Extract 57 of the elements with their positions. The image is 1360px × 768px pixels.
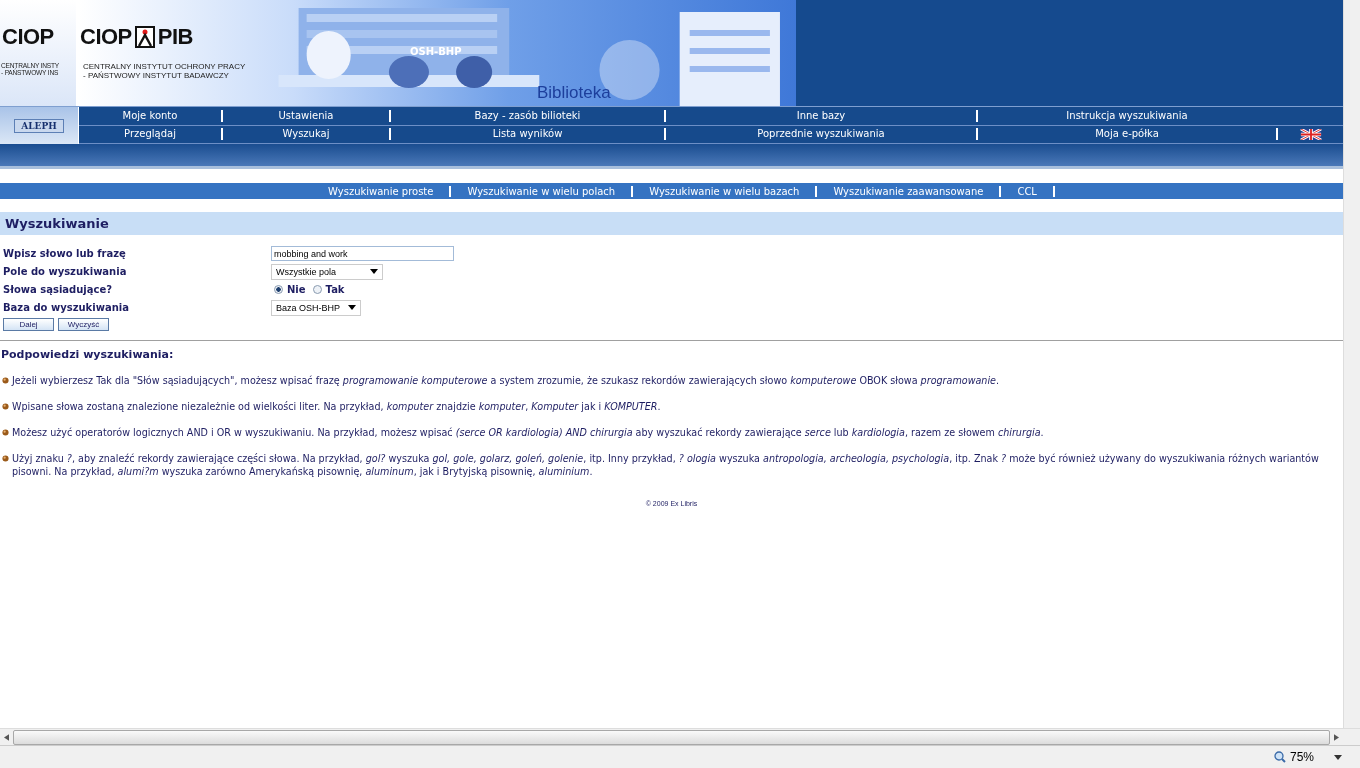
logo-caption: - PAŃSTWOWY INSTYTUT BADAWCZY xyxy=(83,71,230,80)
form-button[interactable]: Dalej xyxy=(3,318,54,331)
nav-link[interactable]: Instrukcja wyszukiwania xyxy=(976,109,1276,122)
field-label: Pole do wyszukiwania xyxy=(3,266,128,277)
radio-label: Tak xyxy=(325,284,345,295)
logo-text: CIOP xyxy=(2,24,55,50)
caret-icon xyxy=(348,305,357,310)
search-field[interactable]: mobbing and work xyxy=(271,246,454,261)
nav-link[interactable]: Moja e-półka xyxy=(976,128,1276,141)
nav-link[interactable]: Bazy - zasób bilioteki xyxy=(389,109,664,122)
radio-button[interactable] xyxy=(274,285,283,294)
nav-link[interactable]: Moje konto xyxy=(79,109,221,122)
caret-icon xyxy=(370,269,378,274)
zoom-icon xyxy=(1273,751,1286,763)
logo-text: PIB xyxy=(157,24,193,50)
radio-label: Nie xyxy=(287,284,306,295)
nav-link[interactable]: Ustawienia xyxy=(221,109,389,122)
person-icon xyxy=(134,26,155,48)
nav-link[interactable]: Poprzednie wyszukiwania xyxy=(664,128,976,141)
bullet-icon xyxy=(2,403,9,410)
dropdown[interactable]: Wszystkie pola xyxy=(271,263,383,280)
field-label: Słowa sąsiadujące? xyxy=(3,284,114,295)
right-arrow-icon[interactable] xyxy=(1334,733,1339,741)
hints-heading: Podpowiedzi wyszukiwania: xyxy=(0,347,175,361)
search-tab[interactable]: Wyszukiwanie proste xyxy=(328,185,452,197)
logo-caption: CENTRALNY INSTYTUT OCHRONY PRACY xyxy=(83,62,246,71)
flag-icon[interactable] xyxy=(1299,128,1322,140)
banner-label: OSH-BHP xyxy=(410,46,462,57)
logo-text: CIOP xyxy=(80,24,132,50)
hint-text: Użyj znaku ?, aby znaleźć rekordy zawierające części słowa. Na przykład, gol? wyszuka gol, gole, golarz, goleń, golenie, itp. Inny przykład, ? ologia wyszuka antropologia, archeologia, psychologia, itp. Znak ? może być również używany do wyszukiwania różnych wariantów pisowni. Na przykład, alumi?m wyszuka zarówno Amerykańską pisownię, aluminum, jak i Brytyjską pisownię, aluminium. xyxy=(12,452,1320,478)
bullet-icon xyxy=(2,377,9,384)
nav-link[interactable]: Inne bazy xyxy=(664,109,976,122)
radio-button[interactable] xyxy=(312,285,322,294)
nav-link[interactable]: Lista wyników xyxy=(389,128,664,141)
nav-link[interactable]: Przeglądaj xyxy=(79,128,221,141)
bullet-icon xyxy=(2,455,9,462)
aleph-logo[interactable]: ALEPH xyxy=(0,107,79,144)
vertical-scrollbar[interactable] xyxy=(1343,0,1360,728)
search-tab[interactable]: Wyszukiwanie w wielu polach xyxy=(451,185,634,197)
left-arrow-icon[interactable] xyxy=(4,733,9,741)
caret-icon[interactable] xyxy=(1334,754,1342,760)
horizontal-scrollbar[interactable] xyxy=(0,728,1360,745)
field-label: Baza do wyszukiwania xyxy=(3,302,130,313)
zoom-level[interactable]: 75% xyxy=(1289,750,1314,764)
search-tab[interactable]: Wyszukiwanie w wielu bazach xyxy=(633,185,818,197)
form-button[interactable]: Wyczyść xyxy=(58,318,109,331)
hint-text: Jeżeli wybierzesz Tak dla "Słów sąsiadujących", możesz wpisać frazę programowanie komputerowe a system zrozumie, że szukasz rekordów zawierających słowo komputerowe OBOK słowa programowanie. xyxy=(12,374,1000,387)
section-title: Wyszukiwanie xyxy=(5,216,109,231)
bullet-icon xyxy=(2,429,9,436)
field-label: Wpisz słowo lub frazę xyxy=(3,248,127,259)
search-tab[interactable]: CCL xyxy=(1001,185,1055,197)
nav-link[interactable]: Wyszukaj xyxy=(221,128,389,141)
search-tab[interactable]: Wyszukiwanie zaawansowane xyxy=(817,185,1002,197)
hint-text: Możesz użyć operatorów logicznych AND i OR w wyszukiwaniu. Na przykład, możesz wpisać (serce OR kardiologia) AND chirurgia aby wyszukać rekordy zawierające serce lub kardiologia, razem ze słowem chirurgia. xyxy=(12,426,1044,439)
banner-title: Biblioteka xyxy=(537,83,611,103)
dropdown[interactable]: Baza OSH-BHP xyxy=(271,299,362,316)
hint-text: Wpisane słowa zostaną znalezione niezależnie od wielkości liter. Na przykład, komputer znajdzie komputer, Komputer jak i KOMPUTER. xyxy=(12,400,661,413)
